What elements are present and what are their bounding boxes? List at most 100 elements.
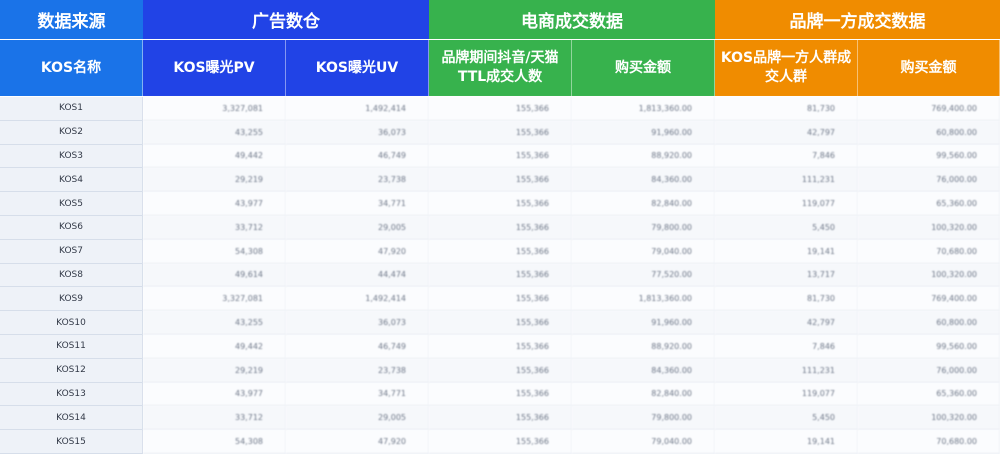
table-row: KOS7 54,308 47,920 155,366 79,040.00 19,141 70… xyxy=(0,239,1000,264)
table-cell: 23,738 xyxy=(286,168,429,193)
table-cell: 155,366 xyxy=(429,239,572,264)
table-cell: 54,308 xyxy=(143,239,286,264)
table-cell: 81,730 xyxy=(715,287,858,312)
table-cell: 77,520.00 xyxy=(572,263,715,288)
table-cell: 1,813,360.00 xyxy=(572,97,715,121)
col-kos-pv: KOS曝光PV xyxy=(143,40,286,96)
row-kos-name: KOS7 xyxy=(0,239,143,264)
table-cell: 43,255 xyxy=(143,311,286,335)
table-cell: 79,800.00 xyxy=(572,406,715,431)
table-cell: 155,366 xyxy=(429,215,572,240)
row-kos-name: KOS1 xyxy=(0,97,143,121)
row-kos-name: KOS3 xyxy=(0,144,143,169)
table-cell: 111,231 xyxy=(715,358,858,383)
table-cell: 99,560.00 xyxy=(858,334,1000,359)
table-cell: 42,797 xyxy=(715,120,858,145)
column-header-row: KOS名称 KOS曝光PV KOS曝光UV 品牌期间抖音/天猫TTL成交人数 购… xyxy=(0,39,1000,97)
table-cell: 155,366 xyxy=(429,120,572,145)
table-cell: 47,920 xyxy=(286,430,429,454)
table-cell: 36,073 xyxy=(286,120,429,145)
table-cell: 5,450 xyxy=(715,215,858,240)
table-cell: 99,560.00 xyxy=(858,144,1000,169)
table-cell: 49,442 xyxy=(143,334,286,359)
row-kos-name: KOS12 xyxy=(0,358,143,383)
table-row: KOS10 43,255 36,073 155,366 91,960.00 42,797 6… xyxy=(0,311,1000,335)
row-kos-name: KOS15 xyxy=(0,430,143,454)
table-cell: 43,255 xyxy=(143,120,286,145)
table-cell: 769,400.00 xyxy=(858,97,1000,121)
table-cell: 76,000.00 xyxy=(858,168,1000,193)
group-header-ecommerce: 电商成交数据 xyxy=(429,0,715,39)
table-cell: 36,073 xyxy=(286,311,429,335)
table-cell: 43,977 xyxy=(143,192,286,216)
table-row: KOS15 54,308 47,920 155,366 79,040.00 19,141 7… xyxy=(0,430,1000,454)
table-cell: 49,442 xyxy=(143,144,286,169)
table-row: KOS1 3,327,081 1,492,414 155,366 1,813,360.0… xyxy=(0,97,1000,121)
table-cell: 155,366 xyxy=(429,192,572,216)
table-cell: 100,320.00 xyxy=(858,406,1000,431)
table-row: KOS4 29,219 23,738 155,366 84,360.00 111,231 7… xyxy=(0,168,1000,193)
table-cell: 91,960.00 xyxy=(572,120,715,145)
col-kos-uv: KOS曝光UV xyxy=(286,40,429,96)
table-cell: 79,800.00 xyxy=(572,215,715,240)
table-cell: 155,366 xyxy=(429,311,572,335)
table-row: KOS11 49,442 46,749 155,366 88,920.00 7,846 99… xyxy=(0,334,1000,359)
table-row: KOS2 43,255 36,073 155,366 91,960.00 42,797 60… xyxy=(0,120,1000,145)
data-table: 数据来源 广告数仓 电商成交数据 品牌一方成交数据 KOS名称 KOS曝光PV … xyxy=(0,0,1000,454)
table-cell: 46,749 xyxy=(286,144,429,169)
row-kos-name: KOS13 xyxy=(0,382,143,407)
table-cell: 65,360.00 xyxy=(858,382,1000,407)
table-cell: 29,219 xyxy=(143,358,286,383)
table-cell: 155,366 xyxy=(429,358,572,383)
table-cell: 47,920 xyxy=(286,239,429,264)
group-header-data-source: 数据来源 xyxy=(0,0,143,39)
table-cell: 49,614 xyxy=(143,263,286,288)
table-cell: 34,771 xyxy=(286,382,429,407)
table-cell: 42,797 xyxy=(715,311,858,335)
table-cell: 81,730 xyxy=(715,97,858,121)
table-cell: 29,005 xyxy=(286,215,429,240)
group-header-brand-first-party: 品牌一方成交数据 xyxy=(715,0,1000,39)
row-kos-name: KOS8 xyxy=(0,263,143,288)
row-kos-name: KOS5 xyxy=(0,192,143,216)
table-cell: 43,977 xyxy=(143,382,286,407)
table-row: KOS8 49,614 44,474 155,366 77,520.00 13,717 10… xyxy=(0,263,1000,288)
table-cell: 88,920.00 xyxy=(572,334,715,359)
table-cell: 23,738 xyxy=(286,358,429,383)
table-cell: 119,077 xyxy=(715,192,858,216)
table-cell: 70,680.00 xyxy=(858,430,1000,454)
table-cell: 119,077 xyxy=(715,382,858,407)
row-kos-name: KOS11 xyxy=(0,334,143,359)
col-brand-buyers: KOS品牌一方人群成交人群 xyxy=(715,40,858,96)
table-row: KOS12 29,219 23,738 155,366 84,360.00 111,231… xyxy=(0,358,1000,383)
col-brand-amount: 购买金额 xyxy=(858,40,1000,96)
table-row: KOS3 49,442 46,749 155,366 88,920.00 7,846 99,… xyxy=(0,144,1000,169)
table-cell: 33,712 xyxy=(143,215,286,240)
table-cell: 29,005 xyxy=(286,406,429,431)
group-header-row: 数据来源 广告数仓 电商成交数据 品牌一方成交数据 xyxy=(0,0,1000,39)
table-cell: 100,320.00 xyxy=(858,215,1000,240)
table-cell: 1,492,414 xyxy=(286,97,429,121)
table-cell: 111,231 xyxy=(715,168,858,193)
table-body: KOS1 3,327,081 1,492,414 155,366 1,813,360.0… xyxy=(0,97,1000,454)
table-cell: 46,749 xyxy=(286,334,429,359)
row-kos-name: KOS2 xyxy=(0,120,143,145)
row-kos-name: KOS10 xyxy=(0,311,143,335)
table-cell: 33,712 xyxy=(143,406,286,431)
row-kos-name: KOS9 xyxy=(0,287,143,312)
table-cell: 155,366 xyxy=(429,263,572,288)
table-cell: 1,492,414 xyxy=(286,287,429,312)
table-row: KOS13 43,977 34,771 155,366 82,840.00 119,077… xyxy=(0,382,1000,407)
table-cell: 155,366 xyxy=(429,334,572,359)
table-cell: 88,920.00 xyxy=(572,144,715,169)
table-cell: 19,141 xyxy=(715,239,858,264)
table-cell: 155,366 xyxy=(429,97,572,121)
table-cell: 65,360.00 xyxy=(858,192,1000,216)
table-cell: 79,040.00 xyxy=(572,239,715,264)
table-cell: 84,360.00 xyxy=(572,168,715,193)
table-row: KOS14 33,712 29,005 155,366 79,800.00 5,450 10… xyxy=(0,406,1000,431)
table-cell: 155,366 xyxy=(429,406,572,431)
table-cell: 84,360.00 xyxy=(572,358,715,383)
table-row: KOS5 43,977 34,771 155,366 82,840.00 119,077 6… xyxy=(0,192,1000,216)
table-cell: 1,813,360.00 xyxy=(572,287,715,312)
